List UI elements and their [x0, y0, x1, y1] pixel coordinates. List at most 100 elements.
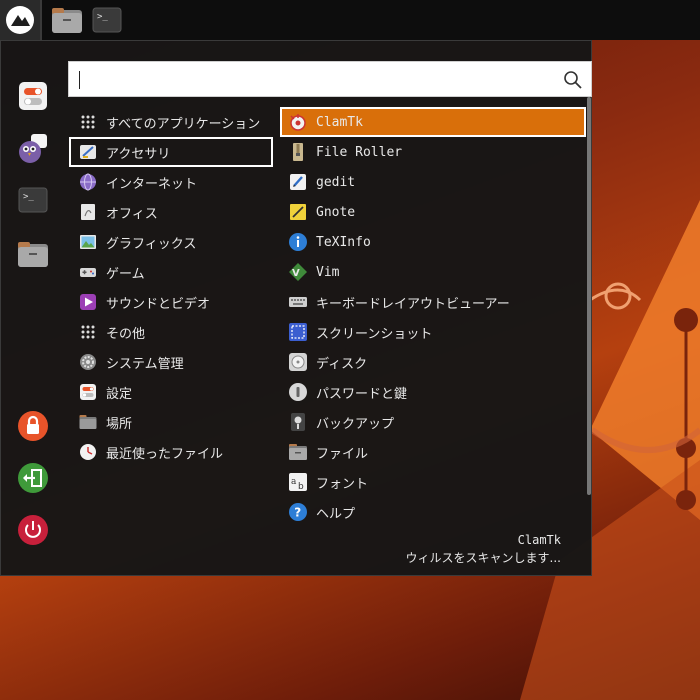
folder-icon — [79, 413, 97, 431]
app-label: ClamTk — [316, 114, 363, 130]
app-vim[interactable]: V Vim — [280, 257, 586, 287]
category-label: グラフィックス — [106, 236, 197, 252]
app-label: スクリーンショット — [316, 326, 433, 342]
category-label: アクセサリ — [106, 146, 171, 162]
app-gedit[interactable]: gedit — [280, 167, 586, 197]
app-help[interactable]: ? ヘルプ — [280, 497, 586, 527]
gamepad-icon — [79, 263, 97, 281]
app-screenshot[interactable]: スクリーンショット — [280, 317, 586, 347]
category-games[interactable]: ゲーム — [69, 257, 273, 287]
graphics-icon — [79, 233, 97, 251]
disk-icon — [288, 352, 308, 372]
vim-icon: V — [288, 262, 308, 282]
favorite-settings[interactable] — [16, 79, 50, 113]
files-icon — [288, 442, 308, 462]
application-menu: >_ すべてのアプリケーション アクセサリ インターネット オフィス グラフィッ… — [0, 40, 592, 576]
app-label: gedit — [316, 174, 356, 190]
app-label: Gnote — [316, 204, 356, 220]
app-clamtk[interactable]: ClamTk — [280, 107, 586, 137]
app-fonts[interactable]: ab フォント — [280, 467, 586, 497]
category-label: 設定 — [106, 386, 133, 402]
menu-logo-button[interactable] — [0, 0, 40, 40]
category-label: インターネット — [106, 176, 198, 192]
category-all-applications[interactable]: すべてのアプリケーション — [69, 107, 273, 137]
app-files[interactable]: ファイル — [280, 437, 586, 467]
category-label: 最近使ったファイル — [106, 446, 224, 462]
text-caret — [79, 71, 80, 89]
category-places[interactable]: 場所 — [69, 407, 273, 437]
panel-terminal-launcher[interactable]: >_ — [90, 4, 124, 36]
category-label: その他 — [106, 326, 146, 342]
svg-text:>_: >_ — [23, 192, 34, 202]
app-disks[interactable]: ディスク — [280, 347, 586, 377]
gnote-icon — [288, 202, 308, 222]
system-gear-icon — [79, 353, 97, 371]
gedit-icon — [288, 172, 308, 192]
grid-icon — [79, 323, 97, 341]
app-passwords-keys[interactable]: パスワードと鍵 — [280, 377, 586, 407]
app-label: ディスク — [316, 356, 368, 372]
internet-icon — [79, 173, 97, 191]
terminal-icon: >_ — [92, 7, 122, 33]
favorite-terminal[interactable]: >_ — [16, 183, 50, 217]
category-label: サウンドとビデオ — [106, 296, 211, 312]
category-accessories[interactable]: アクセサリ — [69, 137, 273, 167]
top-panel: >_ — [0, 0, 700, 40]
app-label: ヘルプ — [316, 506, 356, 522]
font-icon: ab — [288, 472, 308, 492]
app-label: ファイル — [316, 446, 369, 462]
app-file-roller[interactable]: File Roller — [280, 137, 586, 167]
category-other[interactable]: その他 — [69, 317, 273, 347]
svg-text:?: ? — [294, 506, 301, 520]
logout-button[interactable] — [16, 461, 50, 495]
svg-text:a: a — [291, 477, 297, 487]
category-label: オフィス — [106, 206, 158, 222]
lock-screen-button[interactable] — [16, 409, 50, 443]
favorite-pidgin[interactable] — [16, 131, 50, 165]
clamtk-icon — [288, 112, 308, 132]
svg-text:>_: >_ — [97, 12, 108, 22]
app-label: バックアップ — [316, 416, 395, 432]
grid-icon — [79, 113, 97, 131]
category-label: すべてのアプリケーション — [106, 116, 261, 132]
description-text: ウィルスをスキャンします... — [405, 551, 561, 565]
category-office[interactable]: オフィス — [69, 197, 273, 227]
help-icon: ? — [288, 502, 308, 522]
favorite-files[interactable] — [16, 237, 50, 271]
folder-icon — [52, 8, 82, 33]
panel-separator — [40, 0, 42, 40]
search-icon[interactable] — [563, 70, 583, 90]
category-system[interactable]: システム管理 — [69, 347, 273, 377]
app-label: Vim — [316, 264, 340, 280]
settings-toggle-icon — [79, 383, 97, 401]
power-icon — [18, 515, 48, 545]
category-internet[interactable]: インターネット — [69, 167, 273, 197]
file-roller-icon — [288, 142, 308, 162]
app-label: キーボードレイアウトビューアー — [316, 296, 510, 312]
category-graphics[interactable]: グラフィックス — [69, 227, 273, 257]
info-icon — [288, 232, 308, 252]
app-backup[interactable]: バックアップ — [280, 407, 586, 437]
shutdown-button[interactable] — [16, 513, 50, 547]
category-sound-video[interactable]: サウンドとビデオ — [69, 287, 273, 317]
app-label: File Roller — [316, 144, 403, 160]
panel-files-launcher[interactable] — [50, 4, 84, 36]
app-texinfo[interactable]: TeXInfo — [280, 227, 586, 257]
application-list: ClamTk File Roller gedit Gnote TeXInfo V… — [280, 107, 586, 527]
category-settings[interactable]: 設定 — [69, 377, 273, 407]
app-list-scrollbar[interactable] — [587, 97, 591, 495]
description-app-name: ClamTk — [517, 533, 561, 547]
logout-icon — [18, 463, 48, 493]
app-keyboard-layout-viewer[interactable]: キーボードレイアウトビューアー — [280, 287, 586, 317]
app-label: TeXInfo — [316, 234, 371, 250]
app-label: パスワードと鍵 — [316, 386, 408, 402]
accessories-icon — [79, 143, 97, 161]
backup-icon — [288, 412, 308, 432]
screenshot-icon — [288, 322, 308, 342]
category-label: システム管理 — [106, 356, 184, 372]
app-gnote[interactable]: Gnote — [280, 197, 586, 227]
category-label: ゲーム — [106, 266, 145, 282]
password-keys-icon — [288, 382, 308, 402]
category-recent-files[interactable]: 最近使ったファイル — [69, 437, 273, 467]
search-field[interactable] — [68, 61, 592, 97]
